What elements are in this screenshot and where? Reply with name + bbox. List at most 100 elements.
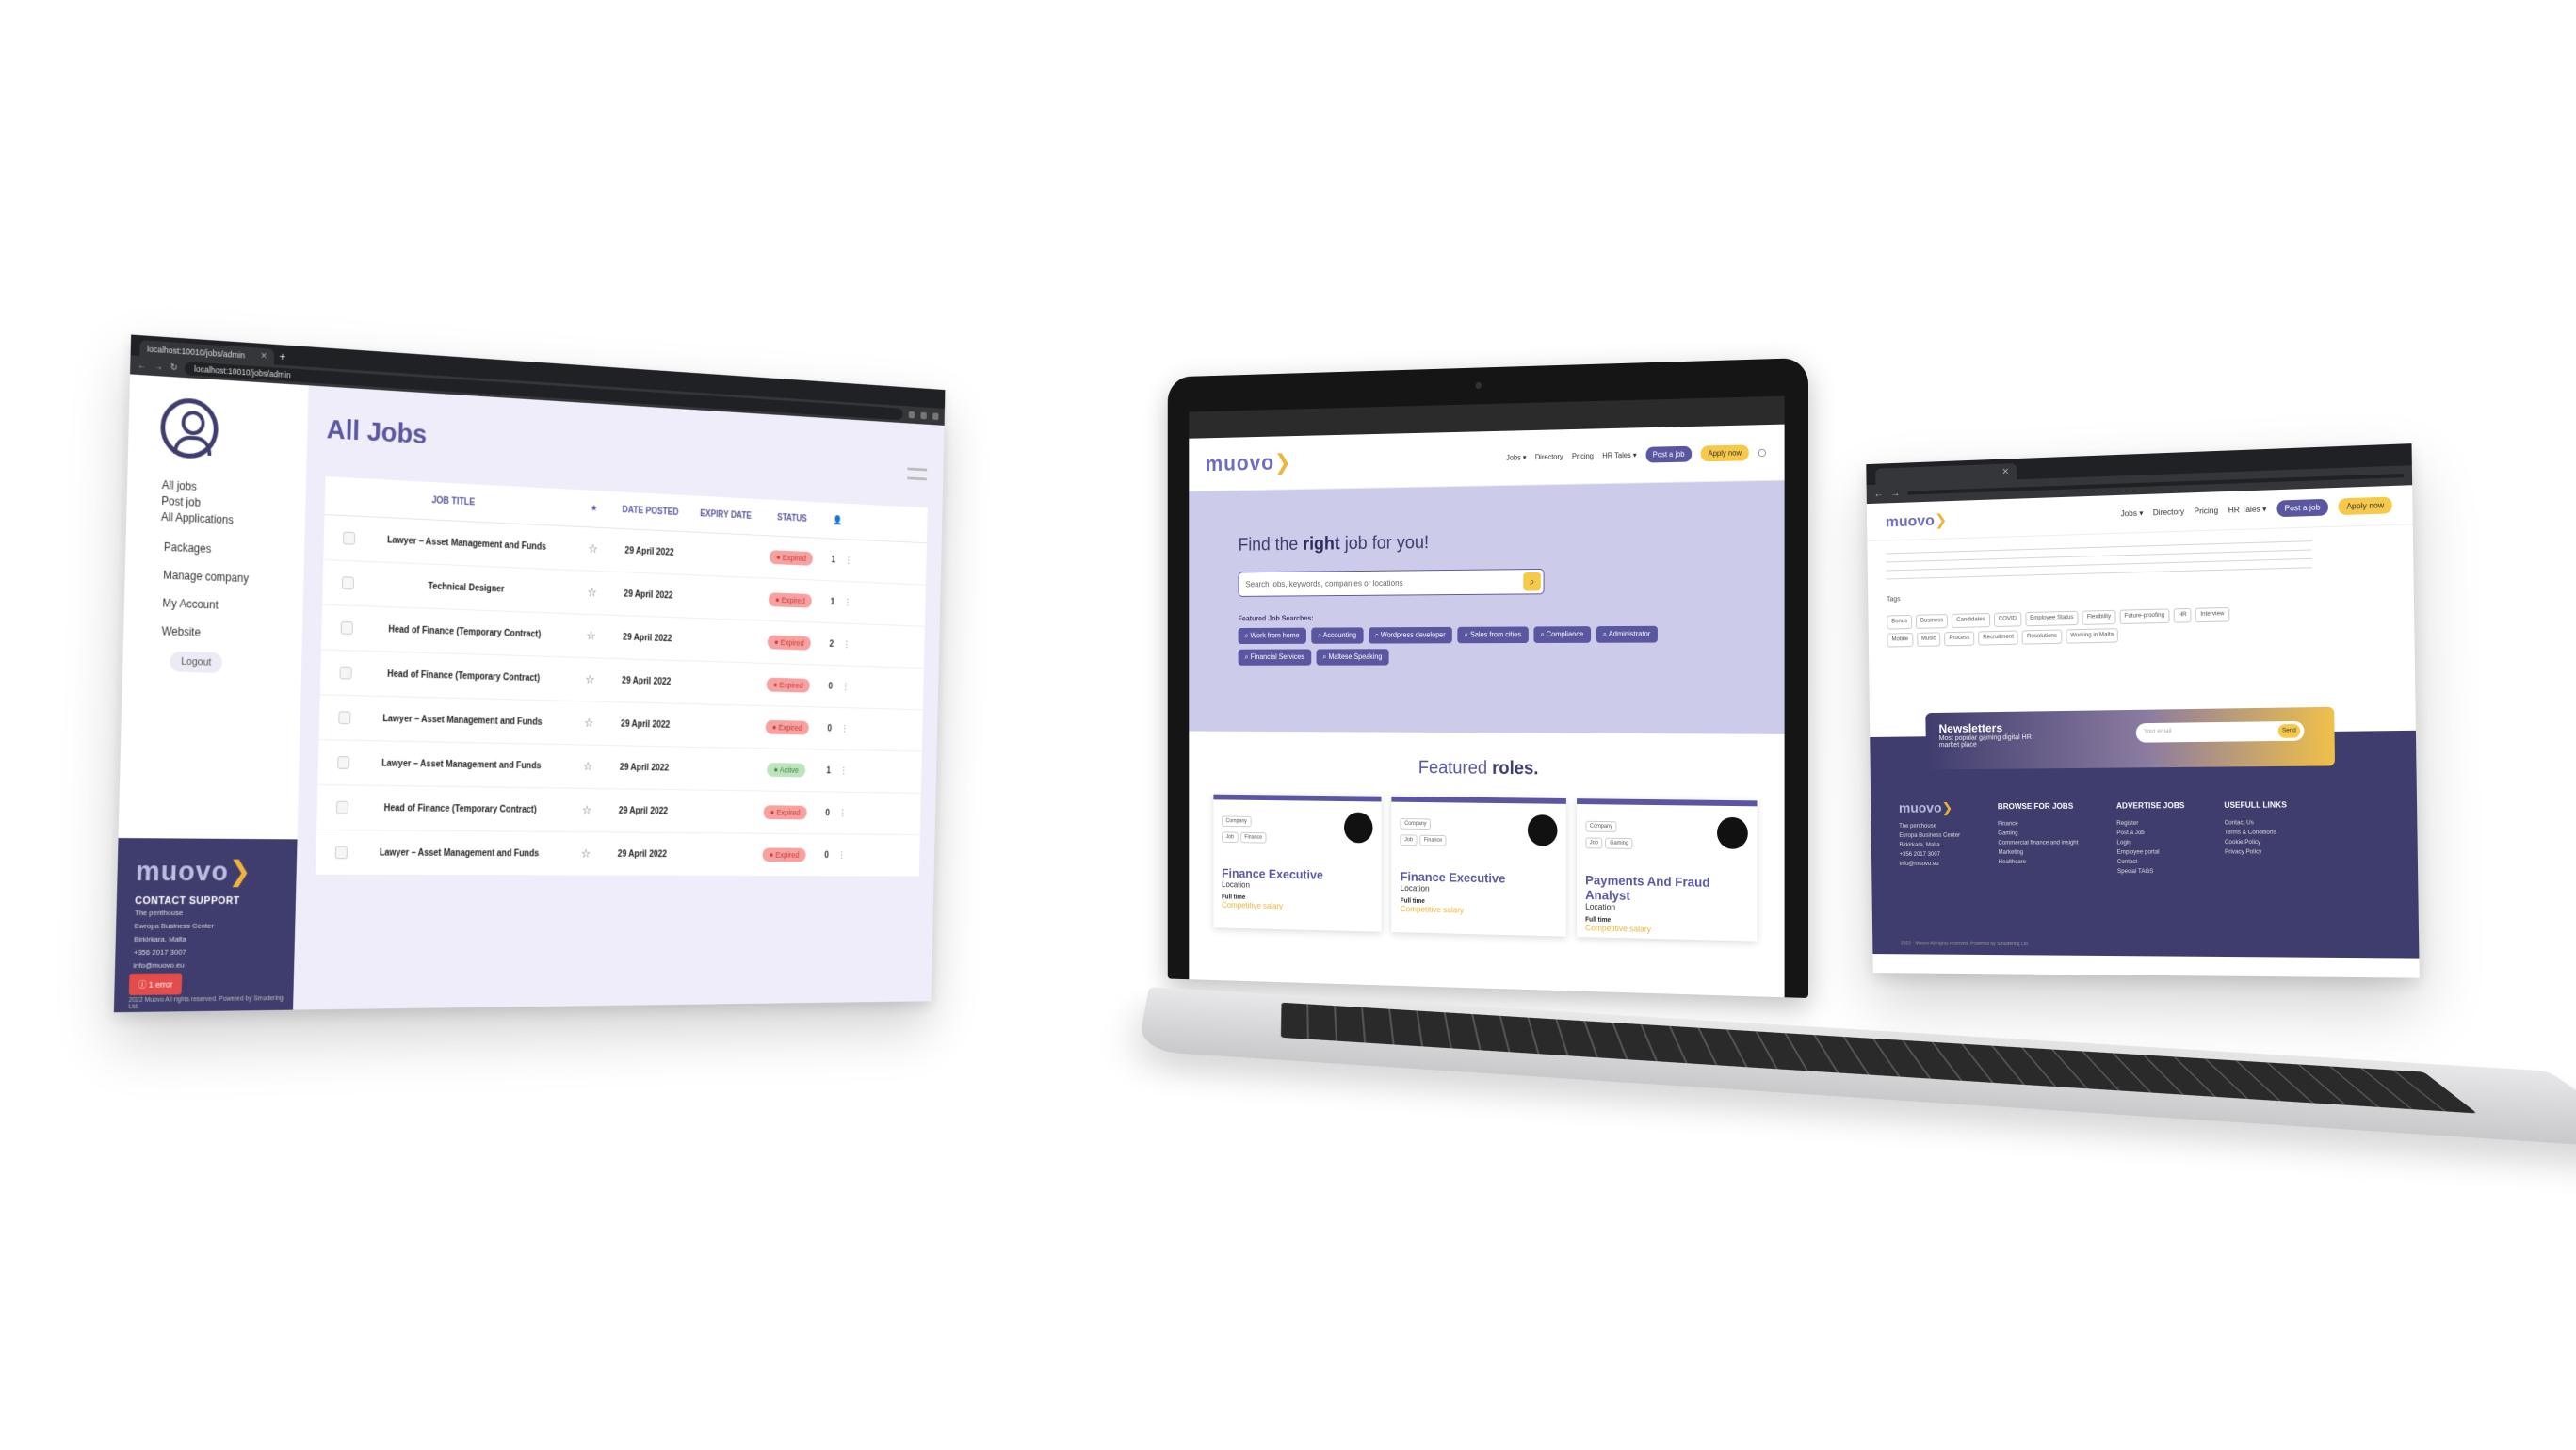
applications-count[interactable]: 0 <box>816 808 839 817</box>
row-checkbox[interactable] <box>340 620 353 635</box>
nav-directory[interactable]: Directory <box>2153 508 2184 517</box>
nav-website[interactable]: Website <box>162 624 303 642</box>
row-checkbox[interactable] <box>343 531 356 545</box>
tag-item[interactable]: Flexibility <box>2082 609 2116 625</box>
star-icon[interactable]: ☆ <box>574 672 607 687</box>
footer-phone[interactable]: +356 2017 3007 <box>1900 850 1961 860</box>
job-card[interactable]: Company Job Gaming Payments And Fraud Analy… <box>1576 798 1758 942</box>
new-tab-icon[interactable]: + <box>279 350 285 363</box>
footer-link[interactable]: Login <box>2117 838 2186 847</box>
footer-link[interactable]: Gaming <box>1998 829 2078 838</box>
muovo-logo[interactable]: muovo❯ <box>1206 449 1292 476</box>
nav-pricing[interactable]: Pricing <box>1572 452 1594 460</box>
col-star[interactable]: ★ <box>577 503 610 514</box>
featured-search-chip[interactable]: ⌕ Work from home <box>1238 627 1306 645</box>
featured-search-chip[interactable]: ⌕ Accounting <box>1310 627 1364 644</box>
table-row[interactable]: Lawyer – Asset Management and Funds ☆ 29 A… <box>316 830 920 878</box>
tag-item[interactable]: Business <box>1915 614 1949 629</box>
footer-link[interactable]: Cookie Policy <box>2225 838 2288 848</box>
more-options-icon[interactable]: ⋮ <box>843 639 851 649</box>
back-icon[interactable]: ← <box>138 360 147 371</box>
footer-link[interactable]: Commercial finance and insight <box>1998 838 2078 847</box>
job-card[interactable]: Company Job Finance Finance Executive Locati… <box>1213 794 1382 932</box>
tag-item[interactable]: Candidates <box>1952 612 1990 629</box>
job-title[interactable]: Head of Finance (Temporary Contract) <box>351 668 574 684</box>
forward-icon[interactable]: → <box>1890 488 1900 498</box>
contact-email[interactable]: info@muovo.eu <box>133 959 276 973</box>
job-title[interactable]: Lawyer – Asset Management and Funds <box>349 758 572 771</box>
more-options-icon[interactable]: ⋮ <box>839 808 847 817</box>
close-tab-icon[interactable]: ✕ <box>260 351 267 362</box>
footer-link[interactable]: Contact Us <box>2225 818 2288 829</box>
error-badge[interactable]: ⓘ 1 error <box>128 973 183 996</box>
featured-search-chip[interactable]: ⌕ Compliance <box>1533 626 1591 643</box>
more-options-icon[interactable]: ⋮ <box>845 556 852 565</box>
extension-icon[interactable] <box>908 411 915 419</box>
footer-email[interactable]: info@muovo.eu <box>1900 860 1961 869</box>
star-icon[interactable]: ☆ <box>569 846 602 861</box>
job-title[interactable]: Head of Finance (Temporary Contract) <box>353 623 575 640</box>
more-options-icon[interactable]: ⋮ <box>838 850 846 860</box>
back-icon[interactable]: ← <box>1874 489 1884 499</box>
featured-search-chip[interactable]: ⌕ Maltese Speaking <box>1316 649 1389 666</box>
nav-directory[interactable]: Directory <box>1535 453 1563 461</box>
job-title[interactable]: Lawyer – Asset Management and Funds <box>355 534 577 554</box>
job-title[interactable]: Lawyer – Asset Management and Funds <box>350 713 573 728</box>
col-date-posted[interactable]: DATE POSTED <box>610 505 690 519</box>
job-title[interactable]: Technical Designer <box>354 578 576 597</box>
applications-count[interactable]: 0 <box>815 850 838 860</box>
newsletter-send-button[interactable]: Send <box>2277 724 2301 738</box>
job-card[interactable]: Company Job Finance Finance Executive Locati… <box>1391 796 1566 937</box>
applications-count[interactable]: 1 <box>821 597 845 607</box>
nav-packages[interactable]: Packages <box>164 540 304 559</box>
applications-count[interactable]: 1 <box>822 555 846 565</box>
apply-now-button[interactable]: Apply now <box>2338 496 2392 516</box>
tag-item[interactable]: Working in Malta <box>2066 628 2119 644</box>
nav-jobs[interactable]: Jobs ▾ <box>2120 508 2143 518</box>
search-icon[interactable]: ⌕ <box>1523 572 1541 591</box>
star-icon[interactable]: ☆ <box>572 759 605 774</box>
row-checkbox[interactable] <box>341 576 355 590</box>
job-search-input[interactable]: Search jobs, keywords, companies or loca… <box>1238 568 1545 597</box>
tag-item[interactable]: HR <box>2173 607 2193 623</box>
footer-link[interactable]: Special TAGS <box>2117 867 2186 877</box>
applications-count[interactable]: 0 <box>818 682 842 692</box>
tag-item[interactable]: COVID <box>1993 612 2022 628</box>
apply-now-button[interactable]: Apply now <box>1700 444 1749 462</box>
footer-link[interactable]: Post a Job <box>2116 829 2185 839</box>
footer-link[interactable]: Finance <box>1998 819 2078 830</box>
footer-link[interactable]: Privacy Policy <box>2225 847 2288 857</box>
footer-link[interactable]: Marketing <box>1999 848 2079 858</box>
star-icon[interactable]: ☆ <box>575 585 608 600</box>
extension-icon[interactable] <box>920 411 927 420</box>
row-checkbox[interactable] <box>334 846 348 860</box>
more-options-icon[interactable]: ⋮ <box>841 724 849 733</box>
tag-item[interactable]: Future-proofing <box>2119 608 2170 625</box>
footer-link[interactable]: Employee portal <box>2117 847 2186 857</box>
footer-link[interactable]: Healthcare <box>1999 858 2079 867</box>
more-options-icon[interactable]: ⋮ <box>840 766 848 776</box>
star-icon[interactable]: ☆ <box>575 628 608 643</box>
footer-link[interactable]: Terms & Conditions <box>2225 828 2288 838</box>
star-icon[interactable]: ☆ <box>570 803 603 817</box>
footer-link[interactable]: Contact <box>2117 858 2186 867</box>
tag-item[interactable]: Mobile <box>1887 632 1914 648</box>
nav-my-account[interactable]: My Account <box>162 597 303 615</box>
featured-search-chip[interactable]: ⌕ Administrator <box>1596 625 1658 643</box>
tag-item[interactable]: Employee Status <box>2025 610 2079 627</box>
nav-hr-tales[interactable]: HR Tales ▾ <box>1602 451 1636 460</box>
job-card-title[interactable]: Payments And Fraud Analyst <box>1585 873 1748 906</box>
nav-manage-company[interactable]: Manage company <box>163 569 304 588</box>
col-status[interactable]: STATUS <box>761 512 823 524</box>
row-checkbox[interactable] <box>338 711 351 725</box>
row-checkbox[interactable] <box>339 666 352 680</box>
nav-jobs[interactable]: Jobs ▾ <box>1506 453 1526 461</box>
footer-link[interactable]: Register <box>2116 818 2185 829</box>
profile-icon[interactable] <box>932 412 939 421</box>
tag-item[interactable]: Process <box>1944 631 1975 647</box>
row-checkbox[interactable] <box>335 800 349 814</box>
post-job-button[interactable]: Post a job <box>2276 498 2329 518</box>
featured-search-chip[interactable]: ⌕ Financial Services <box>1238 649 1311 666</box>
contact-phone[interactable]: +356 2017 3007 <box>134 945 277 959</box>
logout-button[interactable]: Logout <box>170 651 223 673</box>
